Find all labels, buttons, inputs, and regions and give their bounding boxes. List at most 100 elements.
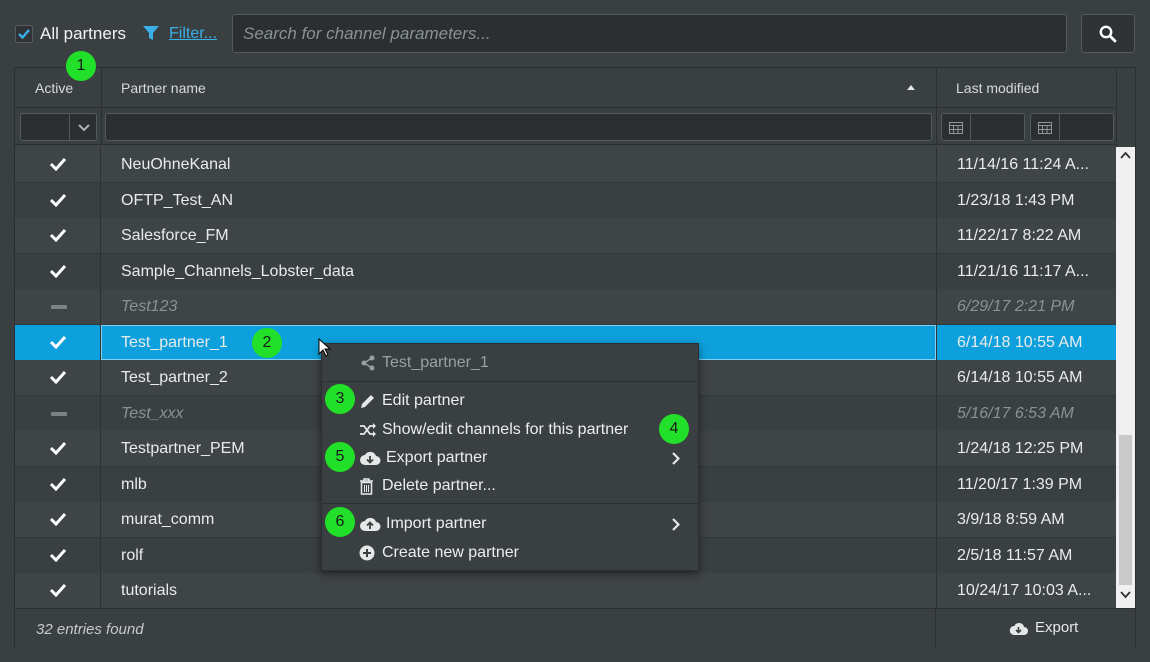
column-header-partner-name[interactable]: Partner name <box>121 68 206 108</box>
last-modified-cell: 2/5/18 11:57 AM <box>936 537 1116 573</box>
chevron-right-icon <box>672 452 680 465</box>
active-cell <box>15 218 101 253</box>
date-to-filter[interactable] <box>1030 113 1114 141</box>
checkmark-icon <box>49 264 67 278</box>
menu-item-import-partner[interactable]: Import partner <box>322 510 698 538</box>
table-row[interactable]: Sample_Channels_Lobster_data 11/21/16 11:… <box>15 253 1116 290</box>
table-footer: 32 entries found Export <box>15 608 1135 649</box>
header-scroll-spacer <box>1116 68 1135 147</box>
context-menu: Test_partner_1 Edit partner Show/edit ch… <box>321 343 699 571</box>
active-cell <box>15 253 101 289</box>
last-modified-cell: 10/24/17 10:03 A... <box>936 573 1116 608</box>
table-row[interactable]: tutorials 10/24/17 10:03 A... <box>15 573 1116 608</box>
partner-name-cell: tutorials <box>121 582 178 599</box>
magnifier-icon <box>1099 25 1117 43</box>
active-cell <box>15 182 101 218</box>
export-button[interactable]: Export <box>1009 619 1078 636</box>
active-cell <box>15 395 101 431</box>
last-modified-cell: 5/16/17 6:53 AM <box>936 395 1116 431</box>
vertical-scrollbar[interactable] <box>1116 147 1135 608</box>
partner-name-cell: murat_comm <box>121 511 215 528</box>
share-icon <box>361 355 375 371</box>
partner-name-cell: Test_partner_1 <box>121 333 228 351</box>
shuffle-icon <box>360 423 376 437</box>
partner-name-cell: Sample_Channels_Lobster_data <box>121 262 355 280</box>
active-cell <box>15 466 101 502</box>
active-cell <box>15 324 101 360</box>
filter-link[interactable]: Filter... <box>169 25 217 43</box>
column-header-last-modified[interactable]: Last modified <box>956 68 1039 108</box>
scroll-down-icon[interactable] <box>1120 591 1131 599</box>
scrollbar-thumb[interactable] <box>1119 435 1132 585</box>
partner-name-cell: Salesforce_FM <box>121 227 229 244</box>
partner-name-cell: OFTP_Test_AN <box>121 191 234 209</box>
checkmark-icon <box>49 583 67 597</box>
checkmark-icon <box>49 512 67 526</box>
checkmark-icon <box>49 157 67 171</box>
last-modified-cell: 11/21/16 11:17 A... <box>936 253 1116 289</box>
last-modified-cell: 1/23/18 1:43 PM <box>936 182 1116 218</box>
menu-item-show-channels[interactable]: Show/edit channels for this partner <box>322 416 698 444</box>
toolbar: All partners Filter... <box>0 0 1150 66</box>
menu-item-export-partner[interactable]: Export partner <box>322 444 698 472</box>
partner-name-cell: Test123 <box>121 298 178 315</box>
checkmark-icon <box>49 228 67 242</box>
partner-name-cell: Test_partner_2 <box>121 369 228 386</box>
chevron-right-icon <box>672 518 680 531</box>
active-cell <box>15 431 101 466</box>
all-partners-label[interactable]: All partners <box>40 24 126 44</box>
checkbox-check-icon <box>18 29 30 40</box>
active-cell <box>15 502 101 537</box>
checkmark-icon <box>49 335 67 349</box>
table-row[interactable]: NeuOhneKanal 11/14/16 11:24 A... <box>15 147 1116 183</box>
trash-icon <box>360 478 373 495</box>
annotation-badge-1: 1 <box>66 51 96 81</box>
calendar-icon[interactable] <box>1038 121 1052 134</box>
plus-circle-icon <box>359 545 375 561</box>
checkmark-icon <box>49 477 67 491</box>
checkmark-icon <box>49 441 67 455</box>
last-modified-cell: 6/29/17 2:21 PM <box>936 289 1116 324</box>
funnel-icon[interactable] <box>142 25 160 42</box>
context-menu-title: Test_partner_1 <box>382 354 489 371</box>
sort-ascending-icon[interactable] <box>907 85 915 90</box>
table-row[interactable]: Test123 6/29/17 2:21 PM <box>15 289 1116 325</box>
checkmark-icon <box>49 370 67 384</box>
scroll-up-icon[interactable] <box>1120 151 1131 159</box>
partner-name-filter-input[interactable] <box>105 113 932 141</box>
table-header: Active Partner name Last modified <box>15 68 1116 108</box>
last-modified-cell: 6/14/18 10:55 AM <box>936 360 1116 395</box>
active-cell <box>15 360 101 395</box>
last-modified-cell: 11/20/17 1:39 PM <box>936 466 1116 502</box>
menu-item-edit-partner[interactable]: Edit partner <box>322 387 698 415</box>
checkmark-icon <box>49 548 67 562</box>
cloud-download-icon <box>360 451 381 465</box>
dash-icon <box>51 411 67 416</box>
date-from-filter[interactable] <box>941 113 1025 141</box>
last-modified-cell: 3/9/18 8:59 AM <box>936 502 1116 537</box>
search-input[interactable] <box>232 14 1067 53</box>
menu-item-delete-partner[interactable]: Delete partner... <box>322 472 698 500</box>
pencil-icon <box>361 395 374 408</box>
checkmark-icon <box>49 193 67 207</box>
last-modified-cell: 1/24/18 12:25 PM <box>936 431 1116 466</box>
partner-name-cell: Test_xxx <box>121 404 184 422</box>
mouse-pointer-icon <box>318 338 332 357</box>
all-partners-checkbox[interactable] <box>15 25 33 43</box>
partner-name-cell: rolf <box>121 546 144 564</box>
cloud-download-icon <box>1009 622 1028 635</box>
active-cell <box>15 147 101 182</box>
menu-item-create-partner[interactable]: Create new partner <box>322 539 698 567</box>
last-modified-cell: 11/22/17 8:22 AM <box>936 218 1116 253</box>
search-button[interactable] <box>1081 14 1135 53</box>
annotation-badge-4: 4 <box>659 414 689 444</box>
calendar-icon[interactable] <box>949 121 963 134</box>
active-filter-select[interactable] <box>20 113 97 141</box>
dash-icon <box>51 305 67 309</box>
table-row[interactable]: OFTP_Test_AN 1/23/18 1:43 PM <box>15 182 1116 219</box>
export-label: Export <box>1035 619 1079 636</box>
annotation-badge-3: 3 <box>325 384 355 414</box>
table-row[interactable]: Salesforce_FM 11/22/17 8:22 AM <box>15 218 1116 254</box>
partner-name-cell: NeuOhneKanal <box>121 156 231 173</box>
filter-row <box>15 108 1116 145</box>
